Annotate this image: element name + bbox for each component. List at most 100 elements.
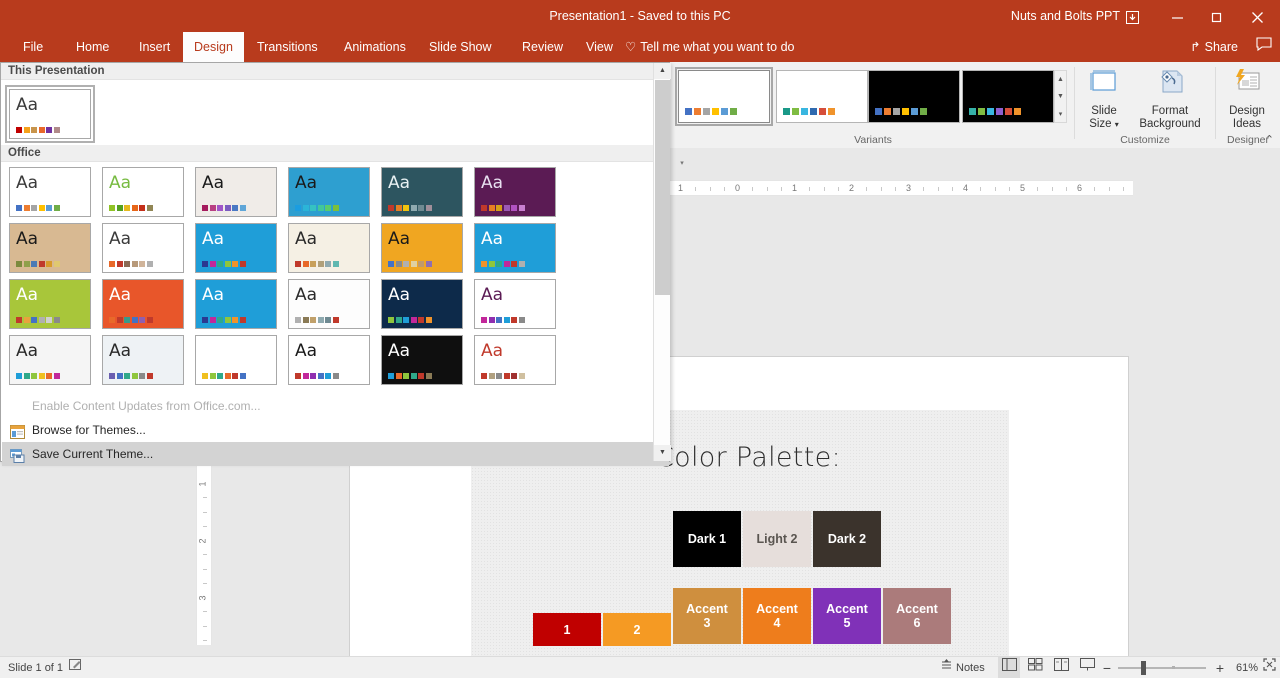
slide-show-icon[interactable] xyxy=(1076,657,1098,678)
theme-thumb-17[interactable]: Aa xyxy=(381,279,463,329)
theme-thumb-2[interactable]: Aa xyxy=(102,167,184,217)
tab-design[interactable]: Design xyxy=(183,32,244,62)
theme-thumb-22[interactable]: Aa xyxy=(288,335,370,385)
design-ideas-icon xyxy=(1219,68,1275,102)
theme-thumb-24[interactable]: Aa xyxy=(474,335,556,385)
theme-thumb-16[interactable]: Aa xyxy=(288,279,370,329)
theme-swatches xyxy=(295,373,339,379)
slide-title-text[interactable]: Color Palette: xyxy=(655,442,841,473)
ruler-tick-label: 4 xyxy=(963,183,969,193)
theme-thumb-9[interactable]: Aa xyxy=(195,223,277,273)
swatch-accent-1[interactable]: 1 xyxy=(533,613,601,646)
zoom-slider-track[interactable] xyxy=(1118,667,1206,669)
design-ideas-button[interactable]: Design Ideas xyxy=(1219,68,1275,131)
theme-aa-text: Aa xyxy=(16,95,39,115)
tab-home[interactable]: Home xyxy=(65,32,120,62)
collapse-ribbon-icon[interactable]: ⌃ xyxy=(1265,133,1274,146)
variants-scroll-up-icon[interactable]: ▲ xyxy=(1055,71,1066,88)
zoom-level-label[interactable]: 61% xyxy=(1232,657,1262,678)
tab-animations[interactable]: Animations xyxy=(333,32,417,62)
variant-thumb-2[interactable] xyxy=(776,70,868,123)
theme-thumb-12[interactable]: Aa xyxy=(474,223,556,273)
account-name[interactable]: Nuts and Bolts PPT xyxy=(1011,0,1120,32)
theme-swatches xyxy=(388,373,432,379)
format-background-button[interactable]: Format Background xyxy=(1130,68,1210,131)
variant-thumb-1[interactable] xyxy=(675,67,773,126)
variant-thumb-4[interactable] xyxy=(962,70,1054,123)
swatch-dark-2[interactable]: Dark 2 xyxy=(813,511,881,567)
group-separator-2 xyxy=(1215,67,1216,139)
theme-thumb-14[interactable]: Aa xyxy=(102,279,184,329)
zoom-in-icon[interactable]: + xyxy=(1213,657,1227,678)
slide-size-dropdown-icon[interactable]: ▾ xyxy=(1115,120,1119,129)
scroll-up-icon[interactable]: ▲ xyxy=(654,63,671,79)
variant-thumb-3[interactable] xyxy=(868,70,960,123)
theme-gallery-scrollbar[interactable]: ▲ ▼ xyxy=(653,63,671,461)
theme-swatches xyxy=(295,205,339,211)
share-button[interactable]: ↱ Share xyxy=(1190,32,1238,62)
restore-icon[interactable] xyxy=(1195,0,1240,32)
ruler-tick xyxy=(203,511,207,513)
slide-sorter-icon[interactable] xyxy=(1024,657,1046,678)
design-ideas-label-1: Design xyxy=(1229,105,1265,117)
zoom-slider-knob[interactable] xyxy=(1141,661,1146,675)
variants-scroll-down-icon[interactable]: ▼ xyxy=(1055,88,1066,105)
theme-thumb-4[interactable]: Aa xyxy=(288,167,370,217)
close-icon[interactable] xyxy=(1235,0,1280,32)
swatch-dark-1[interactable]: Dark 1 xyxy=(673,511,741,567)
menu-browse-for-themes[interactable]: Browse for Themes... xyxy=(2,418,669,442)
theme-thumb-23[interactable]: Aa xyxy=(381,335,463,385)
theme-thumb-18[interactable]: Aa xyxy=(474,279,556,329)
tab-review[interactable]: Review xyxy=(511,32,574,62)
ribbon-display-options-icon[interactable] xyxy=(1110,0,1155,32)
zoom-out-icon[interactable]: − xyxy=(1100,657,1114,678)
swatch-accent-2[interactable]: 2 xyxy=(603,613,671,646)
notes-icon[interactable] xyxy=(938,657,954,678)
tab-transitions[interactable]: Transitions xyxy=(246,32,329,62)
swatch-accent-3[interactable]: Accent 3 xyxy=(673,588,741,644)
theme-thumb-20[interactable]: Aa xyxy=(102,335,184,385)
swatch-accent-4[interactable]: Accent 4 xyxy=(743,588,811,644)
tab-view[interactable]: View xyxy=(575,32,624,62)
theme-thumb-7[interactable]: Aa xyxy=(9,223,91,273)
tab-slide-show[interactable]: Slide Show xyxy=(418,32,503,62)
minimize-icon[interactable] xyxy=(1155,0,1200,32)
menu-save-current-theme[interactable]: Save Current Theme... xyxy=(2,442,669,466)
notes-button[interactable]: Notes xyxy=(956,657,985,678)
slide-size-button[interactable]: Slide Size ▾ xyxy=(1080,68,1128,131)
theme-thumb-15[interactable]: Aa xyxy=(195,279,277,329)
theme-thumb-10[interactable]: Aa xyxy=(288,223,370,273)
theme-thumb-11[interactable]: Aa xyxy=(381,223,463,273)
scrollbar-thumb[interactable] xyxy=(655,80,670,295)
normal-view-icon[interactable] xyxy=(998,657,1020,678)
vertical-ruler: 1 2 3 xyxy=(196,465,212,645)
accessibility-checker-icon[interactable] xyxy=(66,657,86,678)
swatch-accent-6[interactable]: Accent 6 xyxy=(883,588,951,644)
theme-aa-text: Aa xyxy=(388,285,411,305)
fit-slide-icon[interactable] xyxy=(1261,657,1277,678)
variants-more-icon[interactable]: ▾ xyxy=(1055,106,1066,123)
ruler-tick-label: 1 xyxy=(792,183,798,193)
theme-thumb-21[interactable]: Aa xyxy=(195,335,277,385)
theme-thumb-19[interactable]: Aa xyxy=(9,335,91,385)
theme-thumb-6[interactable]: Aa xyxy=(474,167,556,217)
tab-file[interactable]: File xyxy=(12,32,54,62)
theme-swatches xyxy=(481,317,525,323)
theme-thumb-1[interactable]: Aa xyxy=(9,167,91,217)
swatch-light-2[interactable]: Light 2 xyxy=(743,511,811,567)
scroll-down-icon[interactable]: ▼ xyxy=(654,445,671,461)
theme-thumb-current[interactable]: Aa xyxy=(5,85,95,143)
theme-thumb-3[interactable]: Aa xyxy=(195,167,277,217)
comments-icon[interactable] xyxy=(1256,32,1272,62)
tell-me-search[interactable]: ♡ Tell me what you want to do xyxy=(625,32,794,62)
theme-swatches xyxy=(295,317,339,323)
theme-gallery-dropdown[interactable]: This Presentation Aa Office Aa Aa Aa Aa Aa Aa… xyxy=(0,62,671,466)
theme-thumb-8[interactable]: Aa xyxy=(102,223,184,273)
swatch-accent-5[interactable]: Accent 5 xyxy=(813,588,881,644)
variants-scroll-arrows[interactable]: ▲ ▼ ▾ xyxy=(1054,70,1067,123)
theme-thumb-13[interactable]: Aa xyxy=(9,279,91,329)
ruler-tick xyxy=(1122,187,1124,191)
reading-view-icon[interactable] xyxy=(1050,657,1072,678)
theme-thumb-5[interactable]: Aa xyxy=(381,167,463,217)
tab-insert[interactable]: Insert xyxy=(128,32,181,62)
